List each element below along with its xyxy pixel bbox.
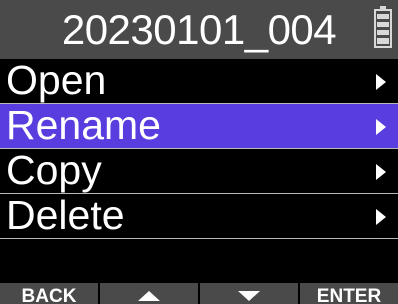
menu-item-copy[interactable]: Copy: [0, 147, 398, 194]
menu-item-label: Rename: [6, 102, 161, 148]
file-name-title: 20230101_004: [61, 6, 337, 53]
menu-item-delete[interactable]: Delete: [0, 192, 398, 239]
menu-item-rename[interactable]: Rename: [0, 102, 398, 149]
recorder-screen: 20230101_004 Open Rename Copy Delete BAC…: [0, 0, 398, 304]
menu-item-open[interactable]: Open: [0, 57, 398, 104]
chevron-right-icon: [376, 164, 386, 180]
chevron-right-icon: [376, 119, 386, 135]
soft-key-bar: BACK ENTER: [0, 283, 398, 304]
down-button[interactable]: [200, 283, 298, 304]
up-button[interactable]: [100, 283, 198, 304]
enter-button[interactable]: ENTER: [300, 283, 398, 304]
battery-icon: [374, 6, 392, 48]
menu-item-label: Delete: [6, 192, 125, 238]
menu-item-label: Open: [6, 57, 107, 103]
triangle-down-icon: [238, 291, 260, 301]
triangle-up-icon: [138, 291, 160, 301]
back-button[interactable]: BACK: [0, 283, 98, 304]
menu-item-label: Copy: [6, 147, 102, 193]
chevron-right-icon: [376, 209, 386, 225]
chevron-right-icon: [376, 74, 386, 90]
title-bar: 20230101_004: [0, 0, 398, 59]
file-options-menu: Open Rename Copy Delete: [0, 57, 398, 239]
